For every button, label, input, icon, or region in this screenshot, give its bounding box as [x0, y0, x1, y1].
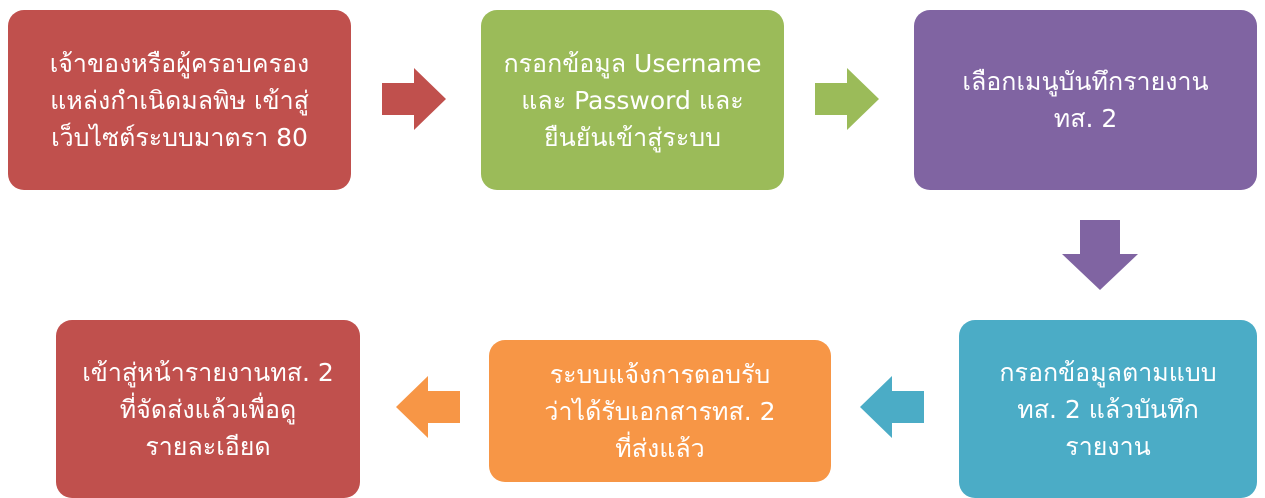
step-box-1: เจ้าของหรือผู้ครอบครอง แหล่งกำเนิดมลพิษ …	[8, 10, 351, 190]
step-2-line-3: ยืนยันเข้าสู่ระบบ	[543, 122, 721, 152]
step-6-line-3: รายละเอียด	[145, 431, 271, 461]
arrow-down-icon	[1062, 220, 1138, 290]
step-4-line-2: ทส. 2 แล้วบันทึก	[1017, 394, 1199, 424]
step-3-line-2: ทส. 2	[1053, 104, 1118, 133]
step-2-line-2: และ Password และ	[521, 85, 744, 115]
step-1-line-2: แหล่งกำเนิดมลพิษ เข้าสู่	[50, 85, 309, 115]
arrow-right-icon	[815, 68, 879, 130]
step-6-line-2: ที่จัดส่งแล้วเพื่อดู	[119, 394, 297, 424]
step-3-line-1: เลือกเมนูบันทึกรายงาน	[962, 67, 1209, 96]
step-1-line-1: เจ้าของหรือผู้ครอบครอง	[49, 48, 310, 78]
step-box-6: เข้าสู่หน้ารายงานทส. 2 ที่จัดส่งแล้วเพื่…	[56, 320, 360, 498]
step-4-line-1: กรอกข้อมูลตามแบบ	[999, 357, 1217, 387]
step-4-line-3: รายงาน	[1065, 431, 1151, 461]
step-2-line-1: กรอกข้อมูล Username	[503, 48, 762, 78]
step-box-5: ระบบแจ้งการตอบรับ ว่าได้รับเอกสารทส. 2 ท…	[489, 340, 831, 482]
arrow-left-icon	[860, 376, 924, 438]
step-5-line-3: ที่ส่งแล้ว	[615, 433, 705, 463]
step-box-3: เลือกเมนูบันทึกรายงาน ทส. 2	[914, 10, 1257, 190]
step-5-line-1: ระบบแจ้งการตอบรับ	[549, 359, 771, 389]
step-5-line-2: ว่าได้รับเอกสารทส. 2	[544, 396, 776, 426]
arrow-left-icon	[396, 376, 460, 438]
step-box-2: กรอกข้อมูล Username และ Password และ ยืน…	[481, 10, 784, 190]
step-1-line-3: เว็บไซต์ระบบมาตรา 80	[51, 122, 308, 152]
step-box-4: กรอกข้อมูลตามแบบ ทส. 2 แล้วบันทึก รายงาน	[959, 320, 1257, 498]
step-6-line-1: เข้าสู่หน้ารายงานทส. 2	[82, 357, 334, 387]
arrow-right-icon	[382, 68, 446, 130]
